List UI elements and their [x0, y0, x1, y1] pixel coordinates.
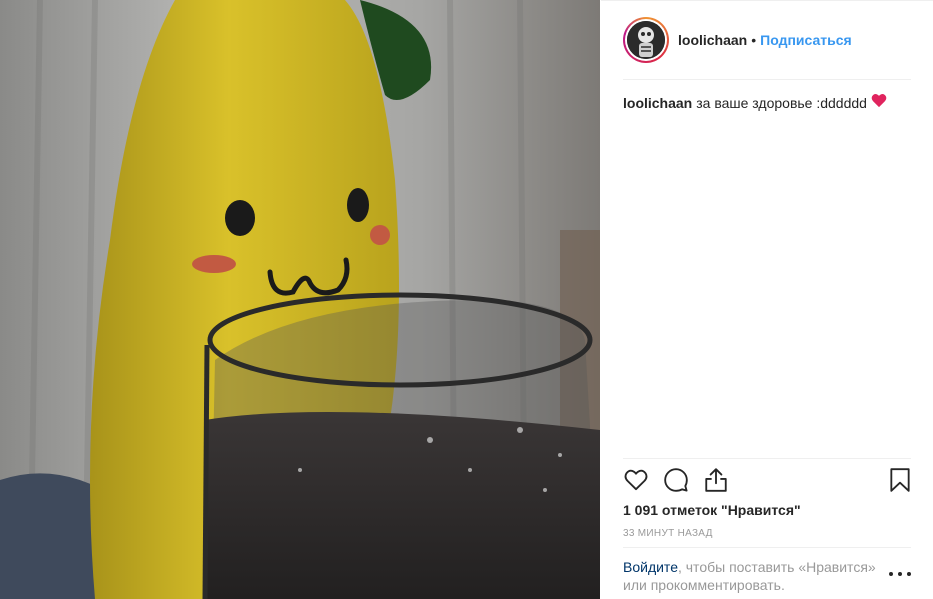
save-button[interactable]: [887, 467, 915, 495]
post-header: loolichaan • Подписаться: [623, 17, 913, 63]
follow-button[interactable]: Подписаться: [760, 32, 852, 48]
post-photo[interactable]: [0, 0, 600, 599]
bookmark-icon: [890, 468, 910, 492]
post-actions: [623, 467, 913, 495]
divider: [623, 547, 911, 548]
more-options-icon[interactable]: [889, 566, 911, 582]
post-timestamp[interactable]: 33 минут назад: [623, 528, 713, 539]
header-separator: •: [751, 32, 757, 48]
heart-outline-icon: [624, 469, 648, 491]
post-caption: loolichaan за ваше здоровье :dddddd: [623, 93, 913, 112]
share-button[interactable]: [703, 467, 731, 495]
skeleton-avatar-icon: [627, 21, 665, 59]
post-username[interactable]: loolichaan: [678, 32, 747, 48]
divider: [623, 458, 911, 459]
divider: [623, 79, 911, 80]
login-link[interactable]: Войдите: [623, 559, 678, 575]
avatar[interactable]: [623, 17, 669, 63]
caption-username[interactable]: loolichaan: [623, 94, 692, 112]
likes-count[interactable]: 1 091 отметок "Нравится": [623, 502, 801, 518]
post-sidebar: loolichaan • Подписаться loolichaan за в…: [601, 0, 933, 599]
comment-bubble-icon: [664, 468, 688, 492]
like-button[interactable]: [623, 467, 651, 495]
red-heart-icon: [871, 93, 887, 112]
caption-text: за ваше здоровье :dddddd: [696, 94, 867, 111]
login-prompt: Войдите, чтобы поставить «Нравится» или …: [623, 558, 879, 594]
comment-button[interactable]: [663, 467, 691, 495]
share-upload-icon: [705, 468, 727, 492]
